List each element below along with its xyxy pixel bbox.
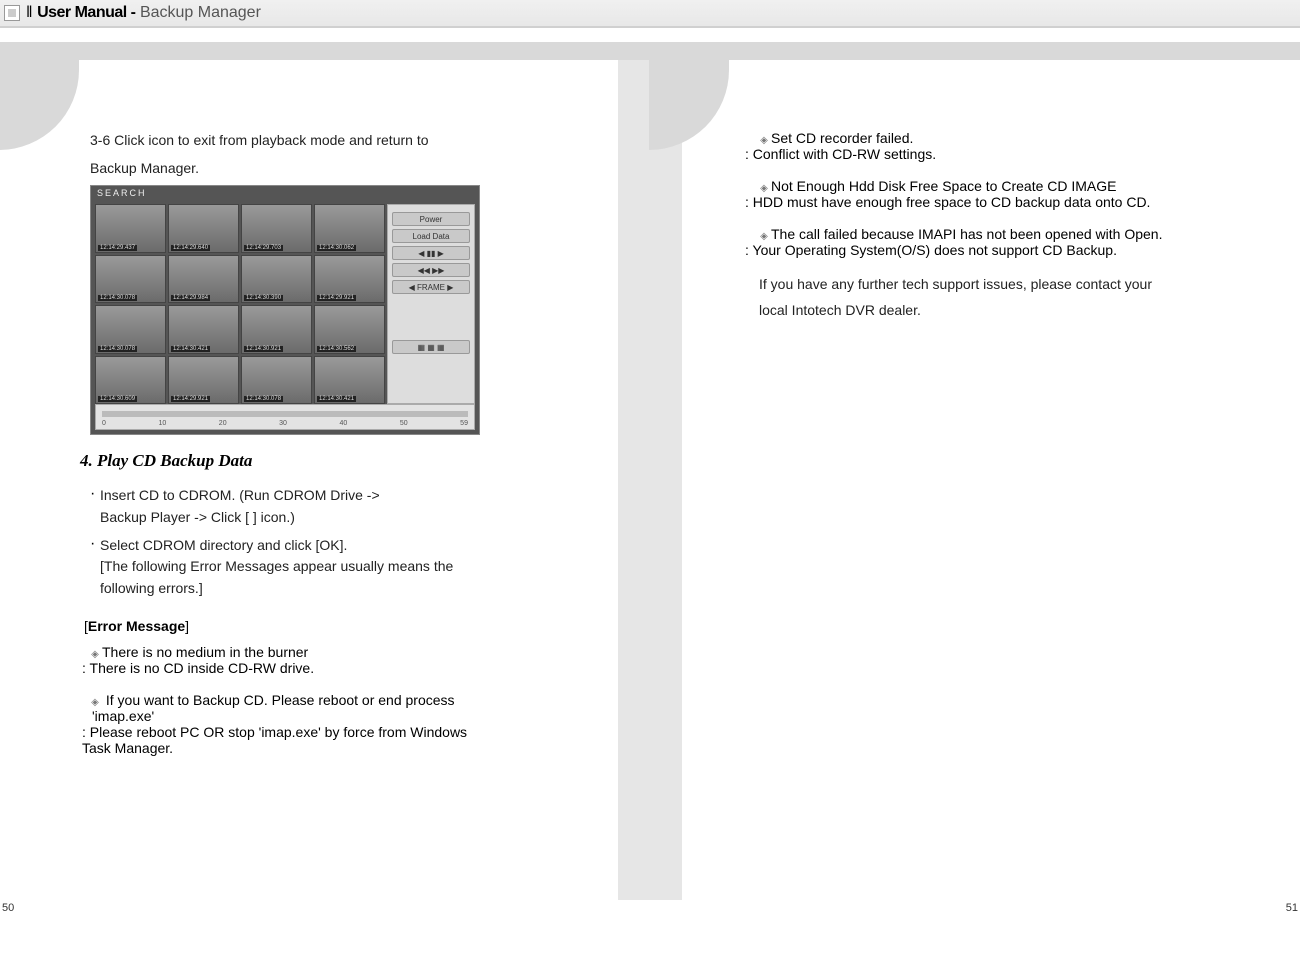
- error-2-msg: If you want to Backup CD. Please reboot …: [102, 692, 455, 708]
- content: 3-6 Click icon to exit from playback mod…: [0, 60, 1300, 920]
- dvr-play-controls: ◀ ▮▮ ▶: [392, 246, 470, 260]
- error-2-expl: : Please reboot PC OR stop 'imap.exe' by…: [82, 724, 591, 740]
- dvr-timeline: 0 10 20 30 40 50 59: [95, 404, 475, 430]
- page-number-right: 51: [1286, 902, 1298, 914]
- page-number-left: 50: [2, 902, 14, 914]
- error-4-expl: : HDD must have enough free space to CD …: [745, 194, 1260, 210]
- dvr-cell: 12:14:30.609: [95, 356, 166, 405]
- bullet-1-line1: Insert CD to CDROM. (Run CDROM Drive ->: [100, 485, 591, 507]
- bullet-dot-icon: ·: [90, 485, 100, 528]
- contact-line2: local Intotech DVR dealer.: [759, 300, 1260, 322]
- dvr-cell: 12:14:30.421: [168, 305, 239, 354]
- dvr-loaddata-button: Load Data: [392, 229, 470, 243]
- bullet-1-line2: Backup Player -> Click [ ] icon.): [100, 507, 591, 529]
- header-bar: ǁ User Manual - Backup Manager: [0, 0, 1300, 28]
- dvr-cell: 12:14:30.078: [241, 356, 312, 405]
- error-message-heading: [Error Message]: [84, 618, 591, 634]
- bullet-2: · Select CDROM directory and click [OK].…: [90, 535, 591, 600]
- section-4-title: 4. Play CD Backup Data: [80, 451, 591, 471]
- dvr-seek-controls: ◀◀ ▶▶: [392, 263, 470, 277]
- header-title-light: Backup Manager: [140, 4, 261, 21]
- bullet-1: · Insert CD to CDROM. (Run CDROM Drive -…: [90, 485, 591, 528]
- page-spread: ǁ User Manual - Backup Manager 3-6 Click…: [0, 0, 1300, 958]
- header-tab-icon: [4, 5, 20, 21]
- dvr-cell: 12:14:30.078: [95, 305, 166, 354]
- bullet-2-line1: Select CDROM directory and click [OK].: [100, 535, 591, 557]
- dvr-cell: 12:14:30.078: [95, 255, 166, 304]
- error-2-expl2: Task Manager.: [82, 740, 591, 756]
- error-4: ◈Not Enough Hdd Disk Free Space to Creat…: [759, 178, 1260, 210]
- step-3-6-line2: Backup Manager.: [90, 158, 591, 180]
- dvr-layout-controls: ▦ ▦ ▦: [392, 340, 470, 354]
- dvr-cell: 12:14:30.390: [241, 255, 312, 304]
- error-2-msg2: 'imap.exe': [92, 708, 591, 724]
- error-4-msg: Not Enough Hdd Disk Free Space to Create…: [771, 178, 1116, 194]
- error-5: ◈The call failed because IMAPI has not b…: [759, 226, 1260, 258]
- error-1-msg: There is no medium in the burner: [102, 644, 308, 660]
- dvr-cell: 12:14:30.062: [314, 204, 385, 253]
- error-1: ◈There is no medium in the burner : Ther…: [90, 644, 591, 676]
- diamond-icon: ◈: [759, 231, 769, 242]
- dvr-frame-controls: ◀ FRAME ▶: [392, 280, 470, 294]
- diamond-icon: ◈: [90, 697, 100, 708]
- diamond-icon: ◈: [90, 649, 100, 660]
- page-right: ◈Set CD recorder failed. : Conflict with…: [649, 60, 1300, 920]
- playback-screenshot: SEARCH 12:14:29.437 12:14:29.640 12:14:2…: [90, 185, 480, 435]
- error-3-expl: : Conflict with CD-RW settings.: [745, 146, 1260, 162]
- dvr-cell: 12:14:30.421: [314, 356, 385, 405]
- dvr-title: SEARCH: [97, 188, 147, 198]
- dvr-power-button: Power: [392, 212, 470, 226]
- dvr-cell: 12:14:29.921: [168, 356, 239, 405]
- error-3: ◈Set CD recorder failed. : Conflict with…: [759, 130, 1260, 162]
- header-title-strong: User Manual -: [37, 4, 135, 21]
- dvr-cell: 12:14:30.921: [241, 305, 312, 354]
- dvr-cell: 12:14:29.437: [95, 204, 166, 253]
- header-marker: ǁ: [26, 4, 33, 21]
- error-5-msg: The call failed because IMAPI has not be…: [771, 226, 1162, 242]
- contact-line1: If you have any further tech support iss…: [759, 274, 1260, 296]
- error-5-expl: : Your Operating System(O/S) does not su…: [745, 242, 1260, 258]
- step-3-6-line1: 3-6 Click icon to exit from playback mod…: [90, 130, 591, 152]
- dvr-grid: 12:14:29.437 12:14:29.640 12:14:29.703 1…: [95, 204, 385, 404]
- diamond-icon: ◈: [759, 183, 769, 194]
- dvr-cell: 12:14:30.562: [314, 305, 385, 354]
- bullet-2-line2: [The following Error Messages appear usu…: [100, 556, 591, 578]
- diamond-icon: ◈: [759, 135, 769, 146]
- error-3-msg: Set CD recorder failed.: [771, 130, 913, 146]
- page-curve-left: [0, 60, 79, 150]
- dvr-cell: 12:14:29.984: [168, 255, 239, 304]
- dvr-side-panel: Power Load Data ◀ ▮▮ ▶ ◀◀ ▶▶ ◀ FRAME ▶ ▦…: [387, 204, 475, 404]
- dvr-cell: 12:14:29.703: [241, 204, 312, 253]
- error-1-expl: : There is no CD inside CD-RW drive.: [82, 660, 591, 676]
- bullet-2-line3: following errors.]: [100, 578, 591, 600]
- bullet-dot-icon: ·: [90, 535, 100, 600]
- header-strip: [0, 42, 1300, 60]
- error-2: ◈ If you want to Backup CD. Please reboo…: [90, 692, 591, 756]
- page-curve-right: [649, 60, 729, 150]
- dvr-cell: 12:14:29.921: [314, 255, 385, 304]
- dvr-cell: 12:14:29.640: [168, 204, 239, 253]
- page-left: 3-6 Click icon to exit from playback mod…: [0, 60, 649, 920]
- header-title: ǁ User Manual - Backup Manager: [26, 4, 261, 22]
